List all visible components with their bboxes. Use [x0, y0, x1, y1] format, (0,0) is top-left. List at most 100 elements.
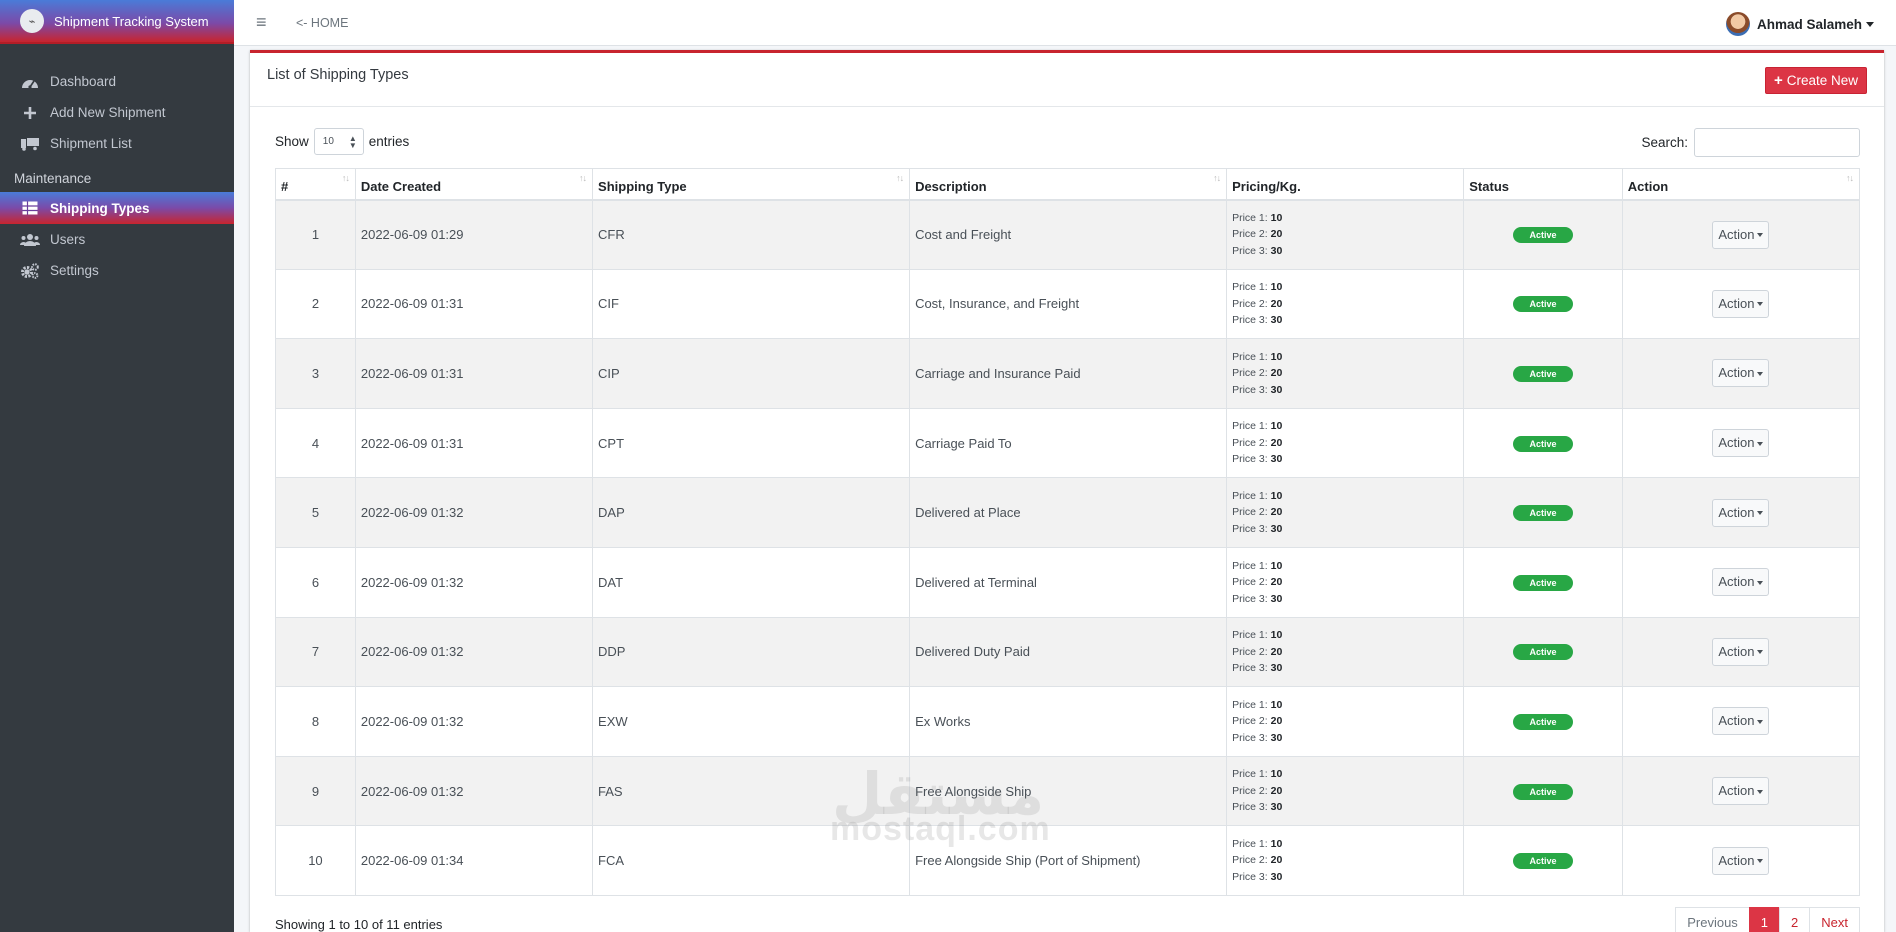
home-link[interactable]: <- HOME	[296, 16, 348, 30]
action-dropdown-button[interactable]: Action	[1712, 429, 1770, 458]
price-line: Price 2: 20	[1232, 228, 1283, 241]
create-new-button[interactable]: + Create New	[1764, 67, 1867, 94]
sort-icon: ↑↓	[896, 173, 904, 183]
table-body: 1 2022-06-09 01:29 CFR Cost and Freight Pric…	[275, 199, 1861, 896]
cell-pricing: Price 1: 10 Price 2: 20 Price 3: 30	[1226, 477, 1465, 548]
table-icon	[20, 200, 40, 216]
column-header-shipping-type[interactable]: Shipping Type ↑↓	[592, 168, 911, 201]
entries-value: 10	[322, 136, 334, 147]
cell-shipping-type: CFR	[592, 199, 911, 270]
price-line: Price 2: 20	[1232, 367, 1283, 380]
create-new-label: Create New	[1786, 73, 1858, 88]
cell-status: Active	[1463, 616, 1623, 688]
price-line: Price 1: 10	[1232, 350, 1283, 363]
price-line: Price 3: 30	[1232, 383, 1283, 396]
avatar	[1725, 12, 1750, 36]
action-dropdown-button[interactable]: Action	[1712, 498, 1770, 527]
cell-action: Action	[1621, 825, 1861, 896]
price-line: Price 3: 30	[1232, 592, 1283, 605]
cell-number: 7	[275, 616, 356, 688]
price-line: Price 2: 20	[1232, 784, 1283, 797]
column-header-action[interactable]: Action ↑↓	[1621, 168, 1861, 201]
price-line: Price 1: 10	[1232, 768, 1283, 781]
pagination-page-2[interactable]: 2	[1779, 907, 1811, 932]
cell-action: Action	[1621, 686, 1861, 757]
caret-down-icon	[1757, 859, 1764, 864]
cell-description: Carriage Paid To	[909, 407, 1228, 479]
cell-action: Action	[1621, 199, 1861, 270]
sidebar-item-add-new-shipment[interactable]: Add New Shipment	[0, 97, 234, 128]
cell-status: Active	[1463, 546, 1623, 618]
cell-description: Carriage and Insurance Paid	[909, 338, 1228, 409]
sidebar-item-dashboard[interactable]: Dashboard	[0, 66, 234, 97]
shipping-types-card: List of Shipping Types + Create New Show…	[250, 50, 1884, 932]
search-box: Search:	[1641, 128, 1860, 157]
table-info: Showing 1 to 10 of 11 entries	[275, 917, 443, 932]
cell-date-created: 2022-06-09 01:31	[354, 268, 594, 340]
cell-action: Action	[1621, 407, 1861, 479]
column-header-number[interactable]: # ↑↓	[275, 168, 356, 201]
cell-pricing: Price 1: 10 Price 2: 20 Price 3: 30	[1226, 546, 1465, 618]
cell-pricing: Price 1: 10 Price 2: 20 Price 3: 30	[1226, 407, 1465, 479]
pagination-page-1[interactable]: 1	[1748, 907, 1781, 932]
search-input[interactable]	[1694, 128, 1860, 157]
sidebar-item-label: Dashboard	[50, 74, 117, 89]
caret-down-icon	[1757, 789, 1764, 794]
price-line: Price 3: 30	[1232, 870, 1283, 883]
sidebar-item-label: Shipment List	[50, 136, 132, 151]
action-dropdown-button[interactable]: Action	[1712, 220, 1770, 249]
sidebar-item-label: Add New Shipment	[50, 105, 166, 120]
watermark-latin: mostaql.com	[830, 810, 1051, 848]
sidebar-item-shipment-list[interactable]: Shipment List	[0, 128, 234, 159]
action-dropdown-button[interactable]: Action	[1712, 846, 1770, 875]
sidebar-item-settings[interactable]: Settings	[0, 255, 234, 286]
user-menu[interactable]: Ahmad Salameh	[1725, 12, 1874, 36]
action-dropdown-button[interactable]: Action	[1712, 289, 1770, 318]
cell-date-created: 2022-06-09 01:32	[354, 546, 594, 618]
truck-icon	[20, 136, 40, 152]
sort-icon: ↑↓	[1213, 173, 1221, 183]
cell-shipping-type: EXW	[592, 686, 911, 757]
action-dropdown-button[interactable]: Action	[1712, 637, 1770, 666]
show-label: Show	[275, 134, 309, 149]
status-badge: Active	[1513, 435, 1574, 452]
sidebar-item-users[interactable]: Users	[0, 224, 234, 255]
action-dropdown-button[interactable]: Action	[1712, 707, 1770, 736]
sidebar-item-shipping-types[interactable]: Shipping Types	[0, 192, 234, 224]
cell-description: Ex Works	[909, 686, 1228, 757]
action-dropdown-button[interactable]: Action	[1712, 568, 1770, 597]
column-header-pricing: Pricing/Kg.	[1226, 168, 1465, 201]
price-line: Price 2: 20	[1232, 506, 1283, 519]
price-line: Price 1: 10	[1232, 281, 1283, 294]
pagination-previous[interactable]: Previous	[1675, 907, 1750, 932]
cell-number: 3	[275, 338, 356, 409]
caret-down-icon	[1866, 21, 1874, 27]
column-header-date-created[interactable]: Date Created ↑↓	[354, 168, 594, 201]
cell-shipping-type: DAP	[592, 477, 911, 548]
hamburger-menu-icon[interactable]: ≡	[256, 12, 276, 33]
brand[interactable]: ⌁ Shipment Tracking System	[0, 0, 234, 44]
sidebar-nav: Dashboard Add New Shipment Shipment List…	[0, 44, 234, 286]
table-row: 1 2022-06-09 01:29 CFR Cost and Freight Pric…	[275, 199, 1861, 270]
caret-down-icon	[1757, 372, 1764, 377]
brand-logo-icon: ⌁	[20, 9, 44, 33]
cell-action: Action	[1621, 546, 1861, 618]
select-arrows-icon: ▲ ▼	[348, 133, 357, 150]
pagination-next[interactable]: Next	[1809, 907, 1860, 932]
entries-length: Show 10 ▲ ▼ entries	[275, 128, 409, 155]
column-header-description[interactable]: Description ↑↓	[909, 168, 1228, 201]
cell-status: Active	[1463, 338, 1623, 409]
entries-select[interactable]: 10 ▲ ▼	[313, 128, 364, 155]
action-dropdown-button[interactable]: Action	[1712, 359, 1770, 388]
shipping-types-table: # ↑↓ Date Created ↑↓ Shipping Type ↑↓ Descr…	[275, 168, 1861, 896]
caret-down-icon	[1757, 650, 1764, 655]
cell-shipping-type: DAT	[592, 546, 911, 618]
cell-number: 6	[275, 546, 356, 618]
cell-description: Cost and Freight	[909, 199, 1228, 270]
sidebar-item-label: Users	[50, 232, 86, 247]
cell-date-created: 2022-06-09 01:34	[354, 825, 594, 896]
cell-status: Active	[1463, 755, 1623, 827]
price-line: Price 1: 10	[1232, 629, 1283, 642]
action-dropdown-button[interactable]: Action	[1712, 777, 1770, 806]
cell-date-created: 2022-06-09 01:32	[354, 477, 594, 548]
